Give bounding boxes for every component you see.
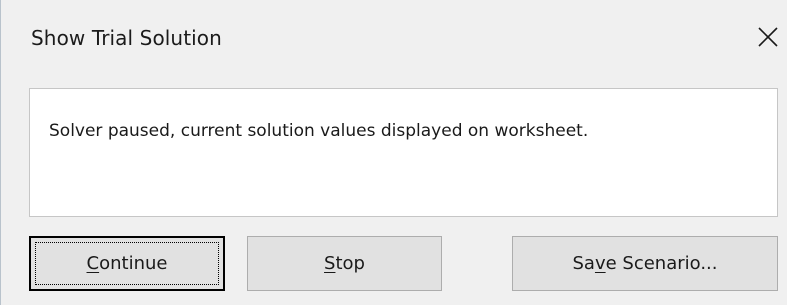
dialog-title: Show Trial Solution [31, 26, 222, 50]
save-scenario-mnemonic: v [594, 253, 606, 274]
close-icon [755, 24, 781, 50]
message-panel: Solver paused, current solution values d… [29, 88, 778, 217]
status-message: Solver paused, current solution values d… [49, 121, 589, 141]
stop-button-label: Stop [324, 253, 365, 274]
stop-button[interactable]: Stop [247, 236, 442, 291]
show-trial-solution-dialog: Show Trial Solution Solver paused, curre… [0, 0, 787, 305]
close-button[interactable] [755, 24, 781, 50]
stop-mnemonic: S [324, 253, 336, 274]
dialog-titlebar: Show Trial Solution [1, 0, 787, 80]
continue-button-label: Continue [86, 253, 168, 274]
save-scenario-button[interactable]: Save Scenario... [512, 236, 778, 291]
save-scenario-button-label: Save Scenario... [572, 253, 718, 274]
continue-button[interactable]: Continue [29, 236, 225, 291]
continue-mnemonic: C [86, 253, 100, 274]
